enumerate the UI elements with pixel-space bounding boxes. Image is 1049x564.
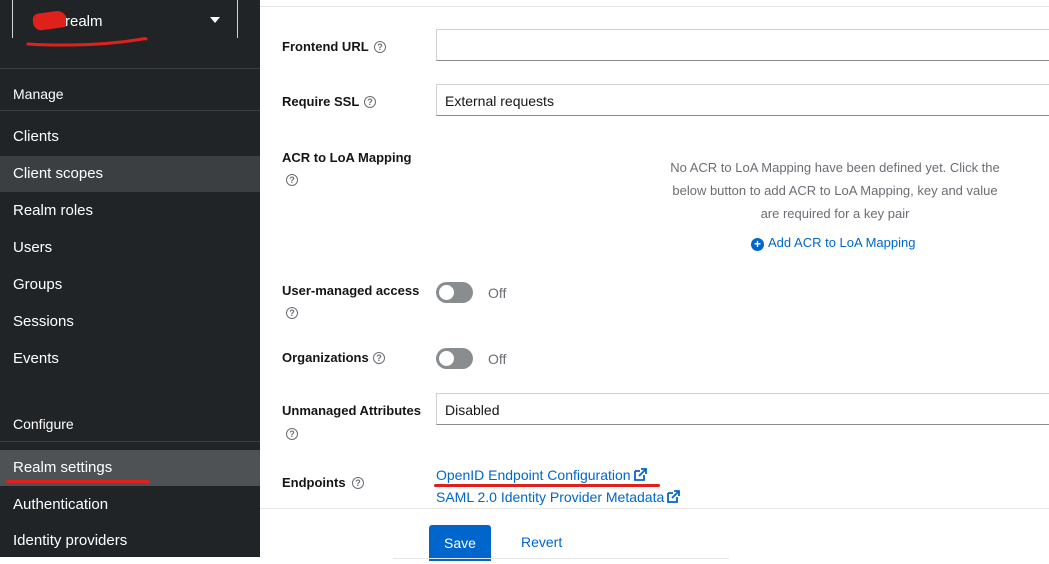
- save-button[interactable]: Save: [429, 525, 491, 561]
- caret-down-icon: [210, 17, 220, 23]
- saml-metadata-link[interactable]: SAML 2.0 Identity Provider Metadata: [436, 489, 681, 505]
- require-ssl-value: External requests: [445, 93, 554, 109]
- nav-item-realm-roles[interactable]: Realm roles: [0, 193, 260, 229]
- user-managed-access-toggle[interactable]: [436, 282, 473, 303]
- openid-endpoint-link[interactable]: OpenID Endpoint Configuration: [436, 467, 647, 483]
- frontend-url-label: Frontend URL: [282, 39, 369, 54]
- section-title-configure: Configure: [13, 416, 74, 432]
- help-icon[interactable]: ?: [286, 174, 298, 186]
- nav-item-sessions[interactable]: Sessions: [0, 304, 260, 340]
- nav-item-clients[interactable]: Clients: [0, 119, 260, 155]
- revert-button[interactable]: Revert: [521, 534, 562, 550]
- external-link-icon: [633, 468, 647, 481]
- unmanaged-attributes-select[interactable]: Disabled: [436, 393, 1049, 425]
- redaction-mark: [31, 9, 69, 32]
- openid-endpoint-label: OpenID Endpoint Configuration: [436, 467, 631, 483]
- add-acr-mapping-label: Add ACR to LoA Mapping: [768, 235, 916, 250]
- toggle-knob: [439, 285, 454, 300]
- user-managed-access-state: Off: [488, 285, 507, 301]
- top-divider: [260, 6, 1049, 7]
- action-bar-divider: [260, 508, 1049, 509]
- acr-mapping-label: ACR to LoA Mapping: [282, 150, 412, 165]
- nav-item-events[interactable]: Events: [0, 341, 260, 377]
- unmanaged-attributes-value: Disabled: [445, 402, 500, 418]
- add-acr-mapping-button[interactable]: + Add ACR to LoA Mapping: [751, 235, 915, 251]
- sidebar-divider: [0, 68, 260, 69]
- organizations-toggle[interactable]: [436, 348, 473, 369]
- help-icon[interactable]: ?: [352, 477, 364, 489]
- require-ssl-select[interactable]: External requests: [436, 84, 1049, 116]
- help-icon[interactable]: ?: [286, 307, 298, 319]
- sidebar: realm Manage Clients Client scopes Realm…: [0, 0, 260, 557]
- organizations-label: Organizations: [282, 350, 369, 365]
- unmanaged-attributes-label: Unmanaged Attributes: [282, 403, 421, 418]
- toggle-knob: [439, 351, 454, 366]
- help-icon[interactable]: ?: [374, 41, 386, 53]
- action-bar-edge: [393, 558, 729, 564]
- help-icon[interactable]: ?: [373, 352, 385, 364]
- annotation-underline-realm: [26, 37, 148, 47]
- annotation-underline-openid: [434, 484, 660, 487]
- section-title-manage: Manage: [13, 86, 64, 102]
- frontend-url-input[interactable]: [436, 29, 1049, 61]
- realm-selector[interactable]: realm: [12, 0, 238, 38]
- nav-item-client-scopes[interactable]: Client scopes: [0, 156, 260, 192]
- nav-item-identity-providers[interactable]: Identity providers: [0, 523, 260, 559]
- sidebar-divider: [0, 441, 260, 442]
- realm-settings-form: Frontend URL ? Require SSL ? External re…: [260, 0, 1049, 564]
- realm-name: realm: [65, 13, 103, 30]
- annotation-underline-realm-settings: [6, 480, 150, 483]
- help-icon[interactable]: ?: [286, 428, 298, 440]
- external-link-icon: [667, 490, 681, 503]
- sidebar-divider: [0, 110, 260, 111]
- nav-item-authentication[interactable]: Authentication: [0, 487, 260, 523]
- user-managed-access-label: User-managed access: [282, 283, 420, 298]
- nav-item-groups[interactable]: Groups: [0, 267, 260, 303]
- require-ssl-label: Require SSL: [282, 94, 360, 109]
- organizations-state: Off: [488, 351, 507, 367]
- saml-metadata-label: SAML 2.0 Identity Provider Metadata: [436, 489, 665, 505]
- acr-empty-state-text: No ACR to LoA Mapping have been defined …: [670, 160, 1000, 221]
- nav-item-users[interactable]: Users: [0, 230, 260, 266]
- endpoints-label: Endpoints: [282, 475, 346, 490]
- help-icon[interactable]: ?: [364, 96, 376, 108]
- plus-circle-icon: +: [751, 238, 764, 251]
